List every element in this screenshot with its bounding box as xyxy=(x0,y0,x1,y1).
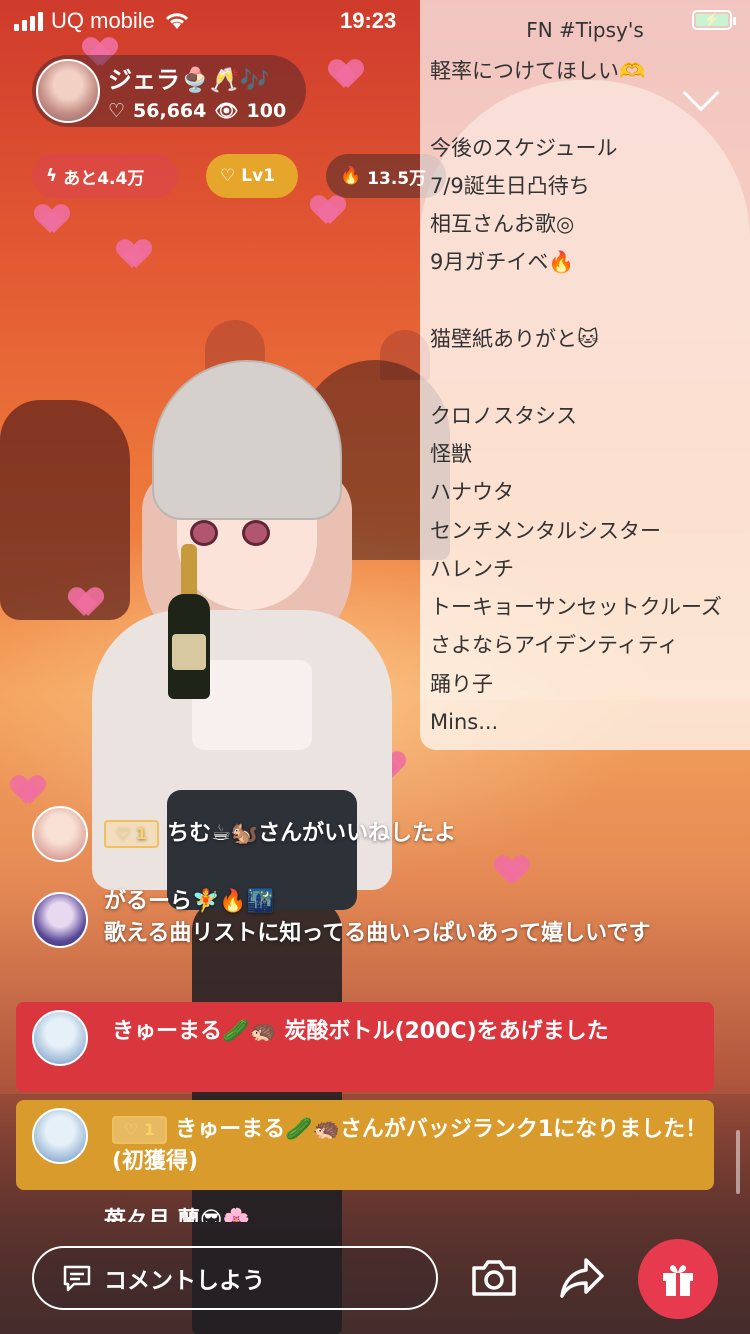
panel-line: 9月ガチイベ🔥 xyxy=(430,250,575,275)
stream-stat-pills: ϟ あと4.4万 ♡ Lv1 🔥 13.5万 xyxy=(32,154,446,198)
signal-icon xyxy=(14,11,43,31)
streamer-name: ジェラ🍨🥂🎶 xyxy=(108,66,270,94)
wifi-icon xyxy=(163,11,191,31)
stream-info-panel[interactable]: FN #Tipsy's 軽率につけてほしい🫶 今後のスケジュール 7/9誕生日凸… xyxy=(420,0,750,750)
viewer-count: 100 xyxy=(246,99,287,122)
user-avatar[interactable] xyxy=(32,1108,88,1164)
panel-header: FN #Tipsy's xyxy=(526,18,644,42)
comment-message: がるーら🧚🔥🌃 歌える曲リストに知ってる曲いっぱいあって嬉しいです xyxy=(104,886,704,950)
comment-placeholder: コメントしよう xyxy=(104,1268,265,1294)
comment-text: 歌える曲リストに知ってる曲いっぱいあって嬉しいです xyxy=(104,921,651,946)
panel-line: さよならアイデンティティ xyxy=(430,633,679,658)
remaining-label: あと4.4万 xyxy=(63,168,145,189)
panel-line: クロノスタシス xyxy=(430,403,577,428)
like-message: ♡ 1 ちむ☕🐿️さんがいいねしたよ xyxy=(104,818,724,850)
panel-line: ハレンチ xyxy=(430,556,514,581)
like-message-text: ちむ☕🐿️さんがいいねしたよ xyxy=(167,821,457,846)
level-pill[interactable]: ♡ Lv1 xyxy=(206,154,298,198)
comment-input[interactable]: コメントしよう xyxy=(32,1246,438,1310)
gift-message-text: きゅーまる🥒🦔 炭酸ボトル(200C)をあげました xyxy=(112,1019,609,1044)
carrier-name: UQ mobile xyxy=(51,8,155,33)
camera-button[interactable] xyxy=(466,1250,522,1306)
flame-icon: 🔥 xyxy=(340,166,362,186)
panel-line xyxy=(430,94,750,132)
panel-line: 7/9誕生日凸待ち xyxy=(430,173,590,198)
heart-icon xyxy=(312,196,344,226)
panel-line: 踊り子 xyxy=(430,671,493,696)
level-label: Lv1 xyxy=(241,166,275,186)
lightning-icon: ϟ xyxy=(46,166,58,186)
panel-line: 猫壁紙ありがと🐱 xyxy=(430,327,599,352)
panel-line: Mins... xyxy=(430,710,499,735)
points-label: 13.5万 xyxy=(367,168,427,189)
avatar-eye xyxy=(242,520,270,546)
share-button[interactable] xyxy=(554,1250,610,1306)
panel-line xyxy=(430,362,750,400)
panel-line: トーキョーサンセットクルーズ xyxy=(430,595,722,620)
clock: 19:23 xyxy=(340,8,397,33)
like-count: 56,664 xyxy=(133,99,207,122)
user-avatar[interactable] xyxy=(32,892,88,948)
remaining-pill[interactable]: ϟ あと4.4万 xyxy=(32,154,178,198)
badge-rank: ♡ 1 xyxy=(112,1116,168,1144)
rank-message-card: ♡ 1 きゅーまる🥒🦔さんがバッジランク1になりました！(初獲得) xyxy=(16,1100,714,1190)
partial-message: 苺々月 蘭😎🌸 xyxy=(104,1208,250,1222)
avatar-beanie xyxy=(152,360,342,520)
badge-rank: ♡ 1 xyxy=(104,820,160,848)
panel-line: 相互さんお歌◎ xyxy=(430,212,575,237)
panel-line: センチメンタルシスター xyxy=(430,518,661,543)
avatar-eye xyxy=(190,520,218,546)
panel-line xyxy=(430,286,750,324)
streamer-chip[interactable]: ジェラ🍨🥂🎶 ♡ 56,664 👁 100 xyxy=(32,55,306,127)
badge-heart-icon: ♡ xyxy=(220,166,236,186)
chat-scrollbar[interactable] xyxy=(736,1130,740,1194)
heart-icon xyxy=(496,856,528,886)
panel-line: 今後のスケジュール xyxy=(430,135,618,160)
comment-icon xyxy=(63,1265,91,1292)
heart-icon xyxy=(330,60,362,90)
user-avatar[interactable] xyxy=(32,806,88,862)
champagne-bottle-icon xyxy=(168,544,210,699)
eye-icon: 👁 xyxy=(214,100,239,122)
heart-icon xyxy=(12,776,44,806)
share-arrow-icon xyxy=(560,1258,604,1298)
streamer-avatar[interactable] xyxy=(36,59,100,123)
panel-text: 軽率につけてほしい🫶 今後のスケジュール 7/9誕生日凸待ち 相互さんお歌◎ 9… xyxy=(430,56,750,745)
camera-icon xyxy=(472,1260,516,1296)
gift-icon xyxy=(663,1265,693,1296)
panel-line: 軽率につけてほしい🫶 xyxy=(430,59,646,83)
heart-icon xyxy=(36,205,68,235)
user-avatar[interactable] xyxy=(32,1010,88,1066)
heart-outline-icon: ♡ xyxy=(108,99,126,122)
panel-line: ハナウタ xyxy=(430,480,514,505)
gift-message-card: きゅーまる🥒🦔 炭酸ボトル(200C)をあげました xyxy=(16,1002,714,1092)
panel-line: 怪獣 xyxy=(430,441,472,466)
avatar-top xyxy=(192,660,312,750)
rank-message-text: きゅーまる🥒🦔さんがバッジランク1になりました！(初獲得) xyxy=(112,1117,708,1174)
heart-icon xyxy=(118,240,150,270)
gift-button[interactable] xyxy=(638,1239,718,1319)
comment-username: がるーら🧚🔥🌃 xyxy=(104,889,275,914)
